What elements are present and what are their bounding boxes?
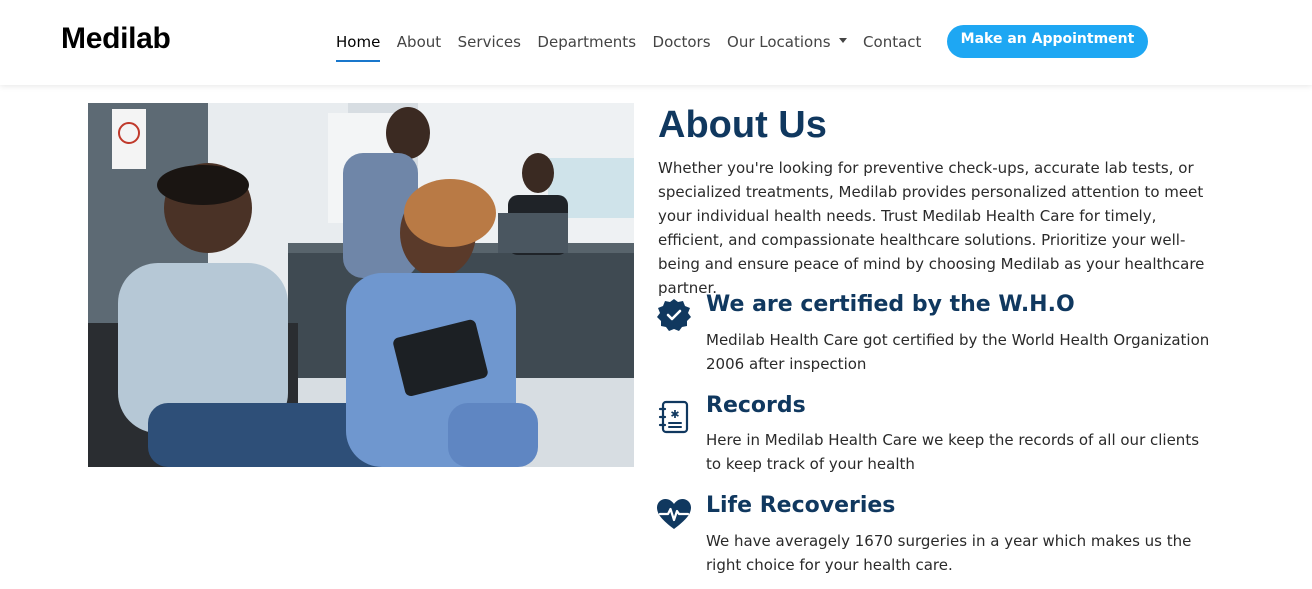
- feature-text-life-recoveries: We have averagely 1670 surgeries in a ye…: [706, 532, 1192, 574]
- certified-badge-icon: [656, 297, 692, 333]
- chevron-down-icon: [838, 38, 847, 43]
- about-intro: Whether you're looking for preventive ch…: [658, 159, 1205, 297]
- nav-services[interactable]: Services: [458, 31, 521, 53]
- nav-doctors[interactable]: Doctors: [653, 31, 711, 53]
- about-photo: [88, 103, 634, 467]
- nav-our-locations-label: Our Locations: [727, 33, 831, 51]
- heart-pulse-icon: [656, 497, 692, 533]
- records-icon: ✱: [656, 399, 692, 435]
- make-appointment-button[interactable]: Make an Appointment: [947, 25, 1148, 58]
- feature-text-certified: Medilab Health Care got certified by the…: [706, 331, 1210, 373]
- nav-about[interactable]: About: [397, 31, 441, 53]
- site-header: Medilab Home About Services Departments …: [0, 0, 1312, 85]
- nav-home[interactable]: Home: [336, 31, 381, 62]
- main-nav: Home About Services Departments Doctors …: [336, 31, 938, 62]
- nav-our-locations[interactable]: Our Locations: [727, 31, 847, 53]
- about-title: About Us: [658, 104, 827, 146]
- feature-title-certified: We are certified by the W.H.O: [706, 292, 1075, 317]
- feature-title-life-recoveries: Life Recoveries: [706, 493, 896, 518]
- svg-text:✱: ✱: [670, 408, 679, 421]
- clinic-consultation-image: [88, 103, 634, 467]
- site-logo[interactable]: Medilab: [61, 22, 171, 56]
- feature-text-records: Here in Medilab Health Care we keep the …: [706, 431, 1200, 473]
- nav-departments[interactable]: Departments: [537, 31, 636, 53]
- nav-contact[interactable]: Contact: [863, 31, 921, 53]
- feature-title-records: Records: [706, 393, 806, 418]
